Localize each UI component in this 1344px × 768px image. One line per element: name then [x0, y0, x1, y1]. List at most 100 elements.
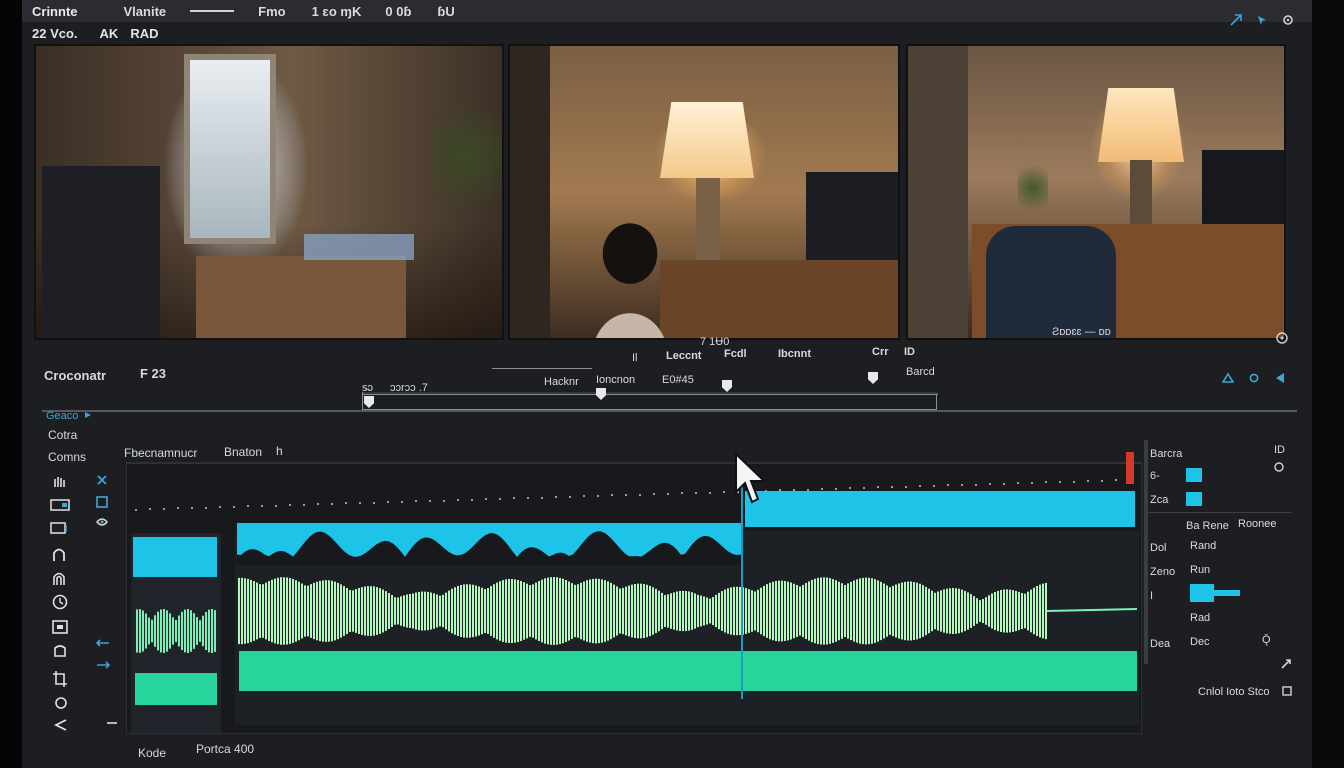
sub-bar-label: 22 Vco. [32, 25, 78, 41]
share-icon[interactable] [1230, 14, 1242, 26]
viewer-center[interactable] [508, 44, 900, 340]
clip-icon[interactable] [50, 498, 70, 512]
ruler-tick [387, 501, 389, 503]
inspector-row-zeno: Zeno [1150, 566, 1176, 578]
ruler [127, 463, 1143, 464]
footer-right: Cnlol Ioto Stco [1198, 686, 1270, 698]
inspector-row-dol: Dol [1150, 542, 1167, 554]
ruler-tick [135, 509, 137, 511]
play-back-icon[interactable] [1274, 372, 1286, 384]
ruler-tick [275, 505, 277, 507]
clip-green-left[interactable] [135, 673, 217, 705]
ruler-tick [723, 491, 725, 493]
inspector-row-rand: Rand [1190, 540, 1217, 552]
window-image [184, 54, 276, 244]
marker-3[interactable] [722, 380, 732, 392]
clip-cyan-left[interactable] [133, 537, 217, 577]
color-swatch-1[interactable] [1186, 468, 1202, 482]
pointer-icon[interactable] [1256, 14, 1268, 26]
ruler-tick [569, 496, 571, 498]
mini-link-icon[interactable] [106, 718, 118, 728]
ruler-tick [793, 489, 795, 491]
link-icon[interactable] [96, 638, 110, 648]
settings-dot-icon[interactable] [1274, 462, 1284, 472]
mid-icons [1222, 372, 1286, 384]
tab-geaco[interactable]: Geaco [46, 410, 78, 422]
label-fcdl[interactable]: Fcdl [724, 348, 747, 360]
ruler-tick [667, 493, 669, 495]
ruler-tick [555, 496, 557, 498]
label-leccnt[interactable]: Leccnt [666, 350, 701, 362]
scrub-bar[interactable] [362, 392, 938, 410]
menu-item-eo[interactable]: 1 ɛo ɱK [312, 4, 362, 19]
arrow-left-icon[interactable] [54, 718, 68, 732]
link2-icon[interactable] [96, 660, 110, 670]
person-image [568, 206, 692, 338]
clip-cyan-right[interactable] [745, 491, 1135, 527]
clip-green-main[interactable] [239, 651, 1137, 691]
color-swatch-2[interactable] [1186, 492, 1202, 506]
magnet-icon[interactable] [52, 570, 66, 586]
viewer-right[interactable] [906, 44, 1286, 340]
menu-item-vlanite[interactable]: Vlanite [124, 4, 167, 19]
monitor-icon[interactable] [50, 522, 68, 536]
circle-icon[interactable] [54, 696, 68, 710]
sub-bar-ak[interactable]: AK [100, 26, 119, 41]
timeline-panel[interactable] [126, 462, 1143, 734]
settings-icon[interactable] [1282, 14, 1294, 26]
arch-icon[interactable] [52, 546, 66, 562]
keyboard-image [304, 234, 414, 260]
ruler-tick [149, 508, 151, 510]
ruler-tick [779, 489, 781, 491]
plant-image [1018, 158, 1048, 218]
close-icon[interactable] [96, 474, 108, 486]
ruler-tick [261, 505, 263, 507]
crop-icon[interactable] [52, 670, 68, 688]
sub-bar: 22 Vco. AK RAD [22, 22, 1312, 44]
marker-4[interactable] [868, 372, 878, 384]
menu-item-fmo[interactable]: Fmo [258, 4, 285, 19]
slider-thumb[interactable] [1190, 584, 1214, 602]
inspector-header-right: ID [1274, 444, 1285, 456]
expand-icon[interactable] [1280, 658, 1292, 670]
tab-cotra[interactable]: Cotra [48, 428, 77, 442]
gear-icon[interactable] [1248, 372, 1260, 384]
monitor-bezel-right [1312, 0, 1344, 768]
loop-icon[interactable] [52, 644, 68, 660]
viewer-left[interactable] [34, 44, 504, 340]
info-icon[interactable] [1276, 332, 1288, 344]
menu-item-od[interactable]: 0 0ɓ [385, 4, 411, 19]
end-marker-tab[interactable] [1126, 452, 1134, 484]
ruler-tick [1115, 479, 1117, 481]
label-id[interactable]: ID [904, 346, 915, 358]
ruler-tick [877, 486, 879, 488]
eye-icon[interactable] [96, 516, 108, 528]
label-il: Il [632, 352, 638, 364]
frame-icon[interactable] [52, 620, 68, 634]
square-icon[interactable] [96, 496, 108, 508]
ruler-tick [1087, 480, 1089, 482]
ruler-tick [1045, 481, 1047, 483]
play-icon[interactable] [84, 411, 92, 419]
label-crr[interactable]: Crr [872, 346, 889, 358]
label-ibcnnt[interactable]: Ibcnnt [778, 348, 811, 360]
ruler-tick [401, 501, 403, 503]
ruler-tick [611, 494, 613, 496]
menu-item-bu[interactable]: ɓU [437, 4, 454, 19]
inspector-panel: Barcra ID 6- Zca Ba Rene Roonee Dol Rand… [1142, 440, 1297, 669]
scrub-label-mid: Hacknr [544, 376, 579, 388]
ruler-tick [177, 507, 179, 509]
footer-settings-icon[interactable] [1282, 686, 1292, 696]
sub-bar-rad[interactable]: RAD [130, 26, 158, 41]
clock-icon[interactable] [52, 594, 68, 610]
ruler-tick [1101, 480, 1103, 482]
ruler-tick [849, 487, 851, 489]
ruler-tick [709, 492, 711, 494]
hand-icon[interactable] [52, 474, 66, 488]
lamp-shade-image [1098, 88, 1184, 162]
triangle-up-icon[interactable] [1222, 372, 1234, 384]
ruler-tick [1003, 483, 1005, 485]
ruler-tick [1059, 481, 1061, 483]
slider-fill[interactable] [1214, 590, 1240, 596]
lane-bottom-left [131, 711, 221, 733]
